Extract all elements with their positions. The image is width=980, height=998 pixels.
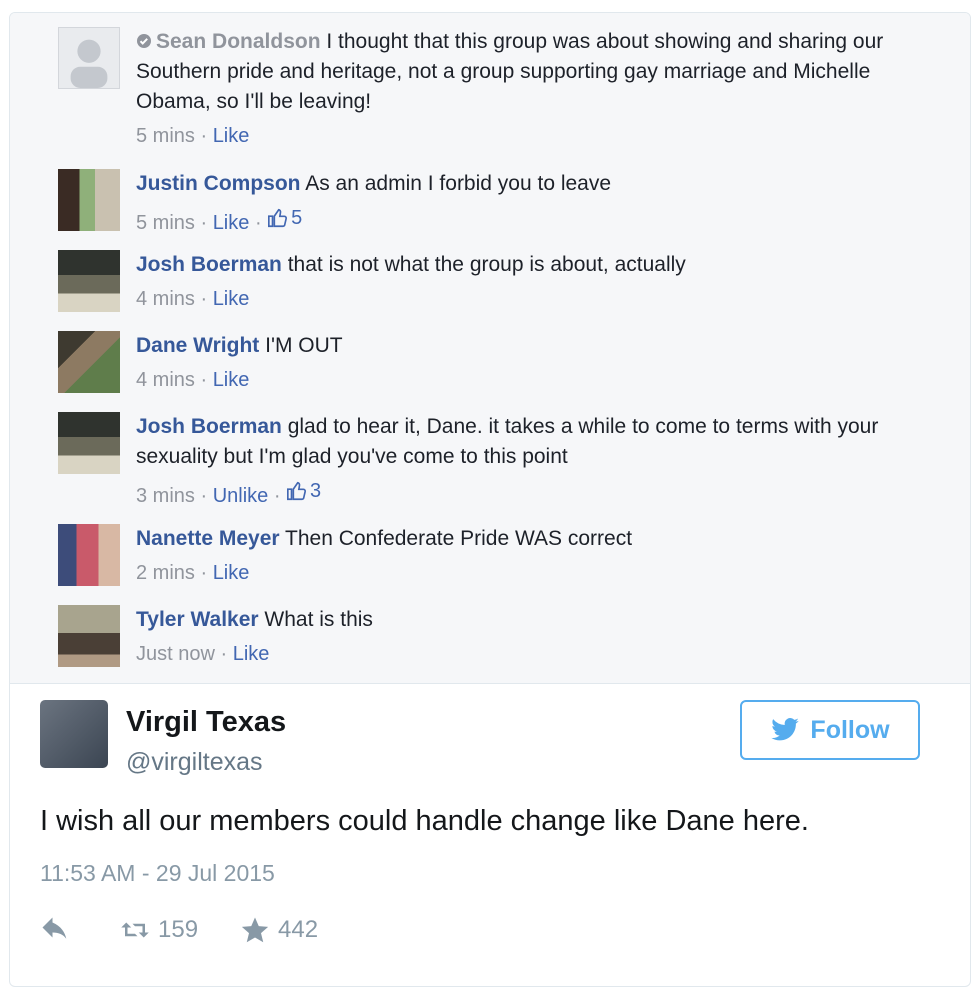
comment-time: 3 mins: [136, 485, 195, 507]
follow-button[interactable]: Follow: [740, 700, 920, 760]
comment-text: As an admin I forbid you to leave: [300, 172, 612, 195]
handle[interactable]: @virgiltexas: [126, 748, 263, 777]
like-link[interactable]: Like: [213, 125, 250, 147]
commenter-name[interactable]: Justin Compson: [136, 172, 301, 195]
commenter-name[interactable]: Josh Boerman: [136, 253, 282, 276]
separator: ·: [194, 369, 213, 391]
retweet-count: 159: [158, 916, 199, 943]
comment-time: 5 mins: [136, 212, 195, 234]
like-link[interactable]: Like: [213, 212, 250, 234]
unlike-link[interactable]: Unlike: [213, 485, 269, 507]
separator: ·: [249, 212, 268, 234]
separator: ·: [194, 288, 213, 310]
thumbs-up-icon: [268, 208, 288, 228]
commenter-name[interactable]: Dane Wright: [136, 334, 259, 357]
comment-time: 4 mins: [136, 369, 195, 391]
tweet-header: Virgil Texas @virgiltexas Follow: [40, 700, 920, 790]
verified-icon: [137, 34, 151, 48]
like-link[interactable]: Like: [213, 369, 250, 391]
avatar[interactable]: [58, 250, 120, 312]
like-count[interactable]: 3: [286, 476, 321, 506]
follow-label: Follow: [810, 715, 890, 744]
comment-text: What is this: [258, 608, 373, 631]
comment-time: Just now: [136, 643, 215, 665]
reply-button[interactable]: [40, 915, 78, 945]
tweet-text: I wish all our members could handle chan…: [40, 805, 809, 837]
favorite-count: 442: [278, 916, 319, 943]
star-icon: [241, 917, 269, 943]
avatar[interactable]: [58, 169, 120, 231]
favorite-button[interactable]: 442: [240, 915, 318, 945]
like-count[interactable]: 5: [267, 203, 302, 233]
separator: ·: [194, 562, 213, 584]
comment-text: Then Confederate Pride WAS correct: [279, 527, 633, 550]
comment-time: 2 mins: [136, 562, 195, 584]
like-link[interactable]: Like: [213, 288, 250, 310]
retweet-icon: [121, 922, 149, 938]
like-count-value: 5: [291, 207, 303, 229]
avatar[interactable]: [58, 412, 120, 474]
comment-text: I'M OUT: [259, 334, 343, 357]
twitter-bird-icon: [771, 718, 800, 741]
display-name[interactable]: Virgil Texas: [126, 706, 286, 739]
tweet-card: Sean Donaldson I thought that this group…: [9, 12, 971, 987]
commenter-name[interactable]: Tyler Walker: [136, 608, 259, 631]
retweet-button[interactable]: 159: [120, 915, 198, 945]
avatar[interactable]: [40, 700, 108, 768]
embedded-facebook-screenshot: Sean Donaldson I thought that this group…: [10, 13, 970, 684]
tweet-timestamp[interactable]: 11:53 AM - 29 Jul 2015: [40, 860, 275, 887]
commenter-name[interactable]: Nanette Meyer: [136, 527, 280, 550]
comment-time: 5 mins: [136, 125, 195, 147]
like-link[interactable]: Like: [233, 643, 270, 665]
comment-text: that is not what the group is about, act…: [281, 253, 686, 276]
avatar-placeholder: [58, 27, 120, 89]
commenter-name[interactable]: Sean Donaldson: [156, 30, 321, 53]
separator: ·: [194, 485, 213, 507]
commenter-name[interactable]: Josh Boerman: [136, 415, 282, 438]
like-count-value: 3: [310, 480, 322, 502]
separator: ·: [194, 212, 213, 234]
comment-time: 4 mins: [136, 288, 195, 310]
avatar[interactable]: [58, 605, 120, 667]
like-link[interactable]: Like: [213, 562, 250, 584]
separator: ·: [194, 125, 213, 147]
thumbs-up-icon: [287, 481, 307, 501]
avatar[interactable]: [58, 331, 120, 393]
avatar[interactable]: [58, 524, 120, 586]
reply-icon: [42, 917, 67, 939]
separator: ·: [268, 485, 287, 507]
separator: ·: [214, 643, 233, 665]
tweet-actions: 159 442: [40, 915, 360, 945]
